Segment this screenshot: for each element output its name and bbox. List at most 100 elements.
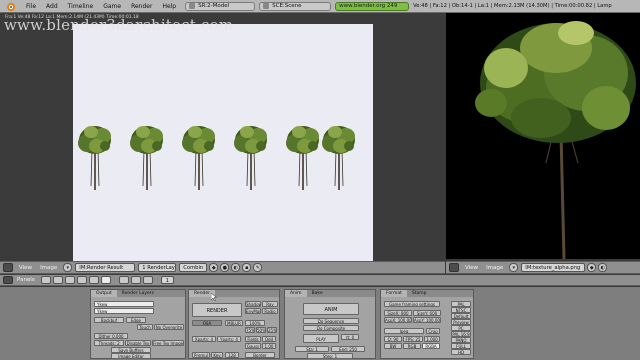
backbuf-toggle[interactable]: Backbuf: [94, 317, 124, 323]
image-browse-icon-right[interactable]: ▾: [509, 263, 519, 272]
aspy-field[interactable]: AspY: 100.00: [413, 317, 441, 323]
filter-size-field[interactable]: 1.00: [262, 343, 276, 349]
envmap-toggle[interactable]: EnvMap: [245, 308, 261, 314]
scene-selector[interactable]: SCE:Scene: [259, 1, 332, 11]
touch-toggle[interactable]: Touch: [137, 324, 153, 330]
render-pass-select[interactable]: Combin: [179, 263, 208, 272]
editor-type-icon[interactable]: [3, 263, 13, 272]
quality-field[interactable]: Q: 90: [384, 336, 402, 342]
preset-hd[interactable]: HD: [451, 349, 471, 355]
dither-field[interactable]: Dither 0.000: [94, 333, 128, 339]
sizex-field[interactable]: SizeX: 800: [384, 310, 412, 316]
rgba-toggle[interactable]: RGBA: [422, 343, 440, 349]
editing-context-icon[interactable]: [88, 276, 99, 284]
osa-toggle[interactable]: OSA: [192, 320, 222, 326]
no-overwrite-toggle[interactable]: No Overwrite: [154, 324, 184, 330]
menu-render[interactable]: Render: [126, 3, 157, 10]
bw-toggle[interactable]: BW: [384, 343, 402, 349]
tab-anim[interactable]: Anim: [285, 290, 307, 297]
blender-url-button[interactable]: www.blender.org 249: [335, 1, 410, 11]
texture-image-window[interactable]: [446, 13, 640, 259]
ray-toggle[interactable]: Ray: [262, 301, 278, 307]
image-name-field-right[interactable]: IM:texture_alpha.png: [521, 263, 586, 272]
menu-add[interactable]: Add: [41, 3, 63, 10]
editor-type-icon-right[interactable]: [449, 263, 459, 272]
sound-subcontext-icon[interactable]: [142, 276, 153, 284]
tab-bake[interactable]: Bake: [307, 290, 328, 297]
menu-help[interactable]: Help: [157, 3, 181, 10]
play-button[interactable]: PLAY: [303, 334, 339, 343]
logic-context-icon[interactable]: [40, 276, 51, 284]
size-25-button[interactable]: 25%: [267, 327, 277, 333]
rgb-toggle[interactable]: RGB: [403, 343, 421, 349]
lock-icon[interactable]: ●: [220, 263, 230, 272]
menu-timeline[interactable]: Timeline: [63, 3, 99, 10]
file-format-select[interactable]: Jpeg: [384, 328, 424, 334]
start-frame-field[interactable]: Sta: 1: [295, 346, 329, 352]
premul-toggle[interactable]: Premul: [192, 352, 210, 358]
pin-icon[interactable]: ◆: [209, 263, 219, 272]
size-50-button[interactable]: 50%: [256, 327, 266, 333]
render-result-window[interactable]: [0, 13, 445, 262]
realtime-field[interactable]: rt: 0: [341, 334, 359, 340]
blender-logo-icon[interactable]: [3, 1, 17, 12]
view-menu[interactable]: View: [15, 265, 36, 271]
free-tex-images-toggle[interactable]: Free Tex Images: [152, 340, 184, 346]
alpha-icon[interactable]: ◐: [231, 263, 241, 272]
tab-stamp[interactable]: Stamp: [407, 290, 432, 297]
tab-format[interactable]: Format: [381, 290, 407, 297]
alpha-icon-right[interactable]: ◐: [598, 263, 608, 272]
image-name-field[interactable]: IM:Render Result: [75, 263, 136, 272]
step-field[interactable]: Step: 1: [307, 353, 353, 359]
pin-icon-right[interactable]: ◆: [587, 263, 597, 272]
display-dropdown[interactable]: Image Editor: [111, 353, 151, 359]
output-path-2[interactable]: Ykew: [94, 308, 154, 314]
mblur-toggle[interactable]: MBLUR: [225, 320, 243, 326]
buttons-editor-type-icon[interactable]: [3, 276, 13, 284]
bitdepth-field[interactable]: 128: [225, 352, 239, 358]
zbuffer-icon[interactable]: ▪: [242, 263, 252, 272]
tab-output[interactable]: Output: [91, 290, 117, 297]
fields-toggle[interactable]: Fields: [245, 336, 261, 342]
radio-toggle[interactable]: Radio: [262, 308, 278, 314]
border-toggle[interactable]: Border: [245, 352, 275, 358]
panels-menu[interactable]: Panels: [13, 277, 39, 283]
crop-toggle[interactable]: Crop: [426, 328, 440, 334]
fps-field[interactable]: FPS: 25: [403, 336, 423, 342]
key-toggle[interactable]: Key: [211, 352, 223, 358]
edge-toggle[interactable]: Edge: [126, 317, 146, 323]
image-menu[interactable]: Image: [36, 265, 61, 271]
game-framing-button[interactable]: Game framing settings: [384, 301, 440, 307]
script-context-icon[interactable]: [52, 276, 63, 284]
end-frame-field[interactable]: End: 250: [331, 346, 365, 352]
yparts-field[interactable]: Yparts: 4: [217, 336, 241, 342]
scene-context-icon[interactable]: [100, 276, 111, 284]
screen-selector[interactable]: SR:2-Model: [185, 1, 256, 11]
anim-subcontext-icon[interactable]: [130, 276, 141, 284]
disable-tex-toggle[interactable]: Disable Tex: [125, 340, 151, 346]
shadow-toggle[interactable]: Shadow: [245, 301, 261, 307]
shading-context-icon[interactable]: [64, 276, 75, 284]
aspx-field[interactable]: AspX: 100.00: [384, 317, 412, 323]
odd-toggle[interactable]: Odd: [262, 336, 276, 342]
size-75-button[interactable]: 75%: [245, 327, 255, 333]
object-context-icon[interactable]: [76, 276, 87, 284]
view-menu-right[interactable]: View: [461, 265, 482, 271]
do-composite-toggle[interactable]: Do Composite: [303, 325, 359, 331]
threads-field[interactable]: Threads: 2: [94, 340, 124, 346]
anim-button[interactable]: ANIM: [303, 303, 359, 315]
size-100-button[interactable]: 100%: [245, 320, 265, 326]
render-layer-select[interactable]: 1 RenderLay: [138, 263, 177, 272]
do-sequence-toggle[interactable]: Do Sequence: [303, 318, 359, 324]
menu-game[interactable]: Game: [98, 3, 126, 10]
image-browse-icon[interactable]: ▾: [63, 263, 73, 272]
tab-render-layers[interactable]: Render Layers: [117, 290, 159, 297]
render-subcontext-icon[interactable]: [118, 276, 129, 284]
current-frame-field[interactable]: 1: [160, 276, 174, 284]
gauss-filter-select[interactable]: Gauss: [245, 343, 261, 349]
menu-file[interactable]: File: [21, 3, 41, 10]
xparts-field[interactable]: Xparts: 4: [192, 336, 216, 342]
paint-icon[interactable]: ✎: [253, 263, 263, 272]
fps-base-field[interactable]: 1.000: [424, 336, 440, 342]
render-button[interactable]: RENDER: [192, 303, 242, 317]
